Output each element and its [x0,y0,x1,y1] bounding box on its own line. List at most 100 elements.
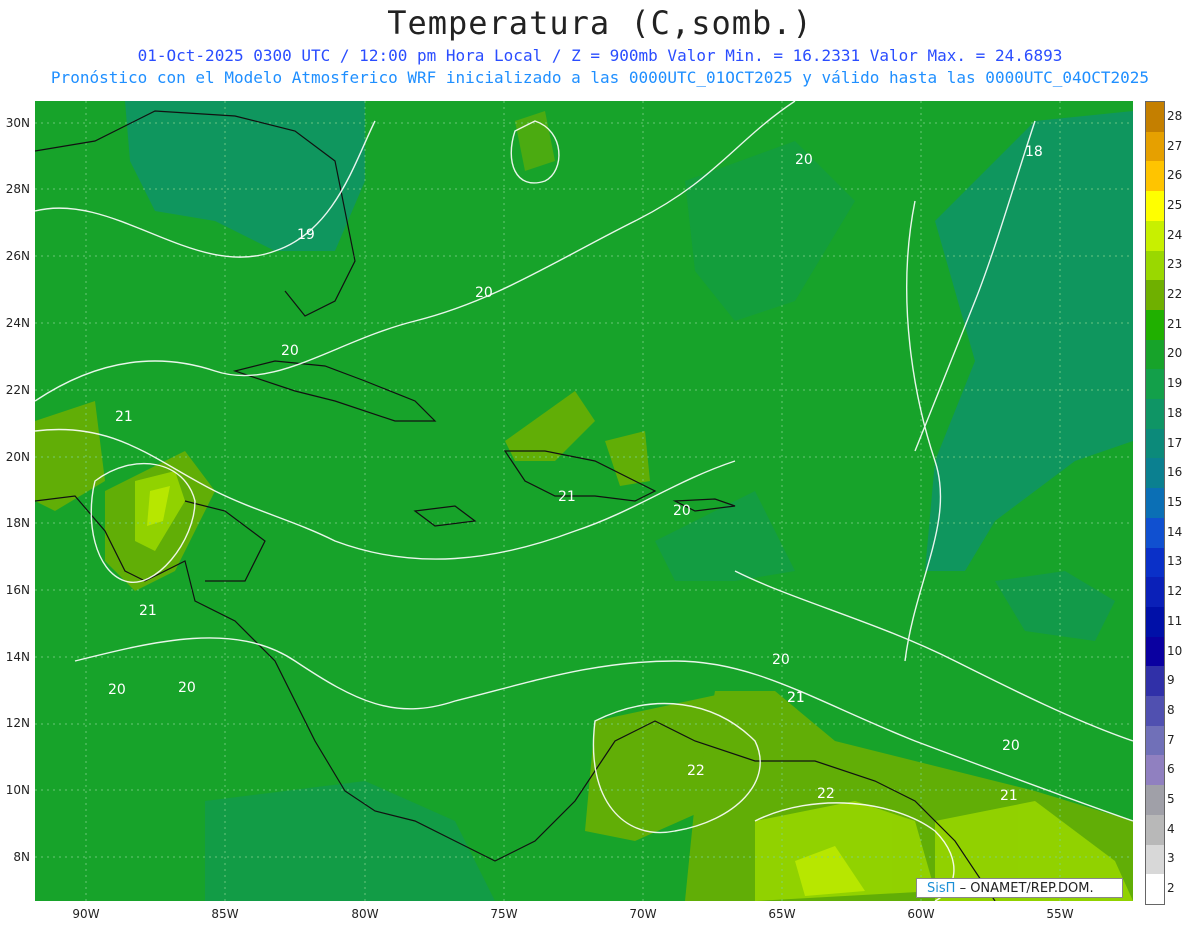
colorbar-label: 14 [1167,524,1183,539]
colorbar [1145,101,1165,905]
colorbar-swatch [1146,725,1164,756]
colorbar-swatch [1146,577,1164,607]
colorbar-swatch [1146,339,1164,370]
colorbar-swatch [1146,369,1164,400]
lat-label: 24N [5,316,30,330]
colorbar-label: 7 [1167,732,1175,747]
credit-brand: SisΠ [927,881,956,896]
lon-label: 60W [907,907,935,921]
colorbar-swatch [1146,785,1164,815]
contour-label: 22 [817,786,835,802]
colorbar-label: 9 [1167,673,1175,688]
colorbar-swatch [1146,874,1164,904]
colorbar-label: 24 [1167,227,1183,242]
colorbar-label: 18 [1167,405,1183,420]
colorbar-swatch [1146,458,1164,489]
colorbar-swatch [1146,309,1164,340]
temperature-map: 19 20 20 18 20 21 21 21 20 21 20 20 20 2… [35,101,1133,901]
colorbar-label: 21 [1167,316,1183,331]
lat-label: 16N [5,583,30,597]
colorbar-swatch [1146,428,1164,459]
colorbar-swatch [1146,399,1164,429]
colorbar-swatch [1146,280,1164,310]
lon-label: 80W [351,907,379,921]
colorbar-label: 10 [1167,643,1183,658]
contour-label: 21 [115,409,133,425]
colorbar-swatch [1146,131,1164,162]
colorbar-label: 2 [1167,881,1175,896]
lon-label: 90W [72,907,100,921]
lat-label: 26N [5,249,30,263]
colorbar-swatch [1146,814,1164,845]
colorbar-swatch [1146,517,1164,548]
colorbar-label: 25 [1167,197,1183,212]
lon-label: 85W [211,907,239,921]
contour-label: 20 [475,285,493,301]
colorbar-label: 19 [1167,376,1183,391]
colorbar-swatch [1146,547,1164,578]
contour-label: 20 [1002,738,1020,754]
contour-label: 20 [795,152,813,168]
lon-label: 75W [490,907,518,921]
lat-label: 30N [5,116,30,130]
colorbar-swatch [1146,250,1164,281]
contour-label: 20 [108,682,126,698]
colorbar-label: 8 [1167,702,1175,717]
lat-label: 18N [5,516,30,530]
colorbar-label: 12 [1167,584,1183,599]
contour-label: 19 [297,227,315,243]
temperature-map-svg: 19 20 20 18 20 21 21 21 20 21 20 20 20 2… [35,101,1133,901]
colorbar-swatch [1146,636,1164,667]
colorbar-swatch [1146,220,1164,251]
contour-label: 22 [687,763,705,779]
lon-label: 55W [1046,907,1074,921]
colorbar-swatch [1146,606,1164,637]
contour-label: 20 [772,652,790,668]
lon-label: 65W [768,907,796,921]
contour-label: 21 [1000,788,1018,804]
colorbar-swatch [1146,488,1164,518]
lat-label: 28N [5,182,30,196]
lat-label: 8N [13,850,30,864]
contour-label: 20 [281,343,299,359]
colorbar-swatch [1146,696,1164,726]
colorbar-label: 26 [1167,168,1183,183]
contour-label: 20 [178,680,196,696]
colorbar-label: 4 [1167,821,1175,836]
colorbar-label: 5 [1167,792,1175,807]
contour-label: 18 [1025,144,1043,160]
lat-label: 10N [5,783,30,797]
map-subtitle-model-info: Pronóstico con el Modelo Atmosferico WRF… [50,68,1150,87]
lat-label: 12N [5,716,30,730]
colorbar-label: 27 [1167,138,1183,153]
colorbar-swatch [1146,161,1164,192]
colorbar-label: 11 [1167,613,1183,628]
colorbar-label: 6 [1167,762,1175,777]
colorbar-label: 3 [1167,851,1175,866]
contour-label: 20 [673,503,691,519]
lat-label: 22N [5,383,30,397]
colorbar-label: 16 [1167,465,1183,480]
colorbar-swatch [1146,102,1164,132]
credit-text: – ONAMET/REP.DOM. [959,881,1094,896]
lat-label: 14N [5,650,30,664]
contour-label: 21 [787,690,805,706]
map-title: Temperatura (C,somb.) [387,4,813,42]
colorbar-swatch [1146,755,1164,786]
colorbar-label: 22 [1167,287,1183,302]
colorbar-label: 28 [1167,108,1183,123]
credit-box: SisΠ – ONAMET/REP.DOM. [916,878,1123,898]
colorbar-swatch [1146,844,1164,875]
colorbar-label: 17 [1167,435,1183,450]
map-subtitle-valid-time: 01-Oct-2025 0300 UTC / 12:00 pm Hora Loc… [137,46,1063,65]
contour-label: 21 [558,489,576,505]
colorbar-label: 23 [1167,257,1183,272]
colorbar-label: 15 [1167,495,1183,509]
contour-label: 21 [139,603,157,619]
colorbar-swatch [1146,191,1164,221]
colorbar-label: 20 [1167,346,1183,361]
lon-label: 70W [629,907,657,921]
lat-label: 20N [5,450,30,464]
colorbar-swatch [1146,666,1164,697]
contour-labels: 19 20 20 18 20 21 21 21 20 21 20 20 20 2… [108,144,1043,804]
